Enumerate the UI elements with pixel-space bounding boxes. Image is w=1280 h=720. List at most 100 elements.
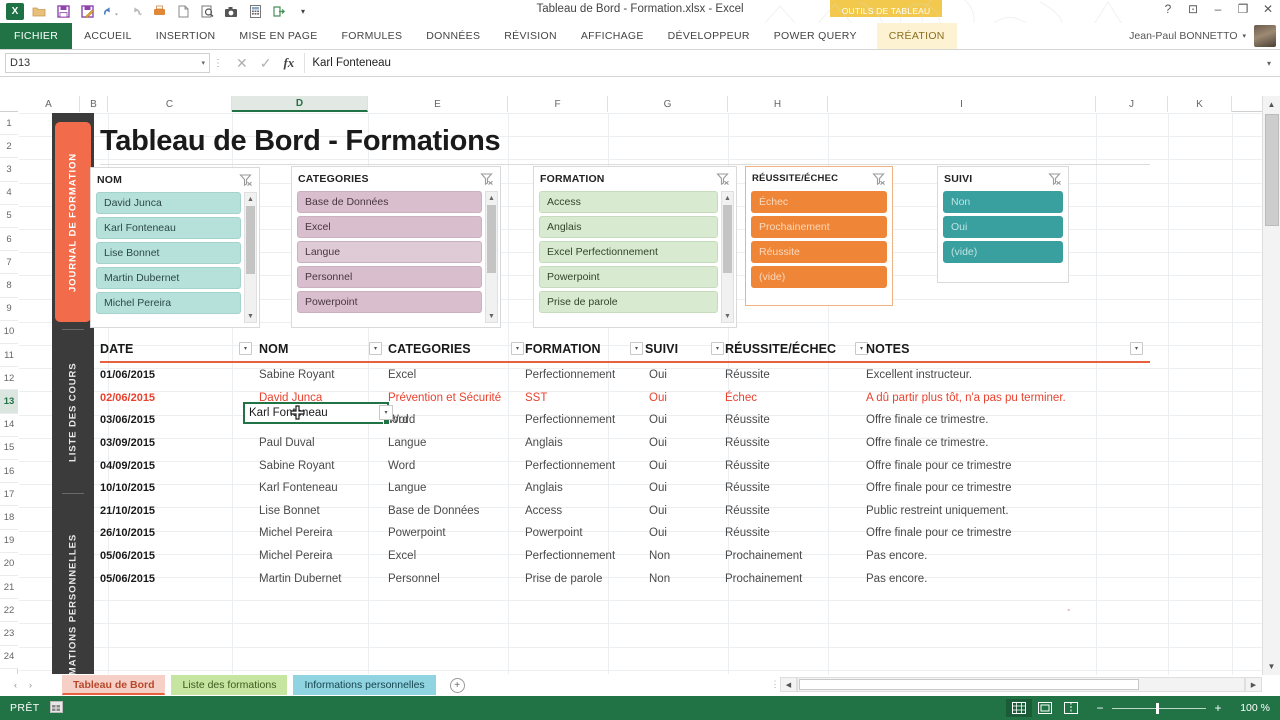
column-header-f[interactable]: F (508, 96, 608, 112)
scrollbar-grip[interactable]: ⋮ (770, 679, 780, 690)
print-preview-icon[interactable] (196, 1, 218, 22)
cell-nom[interactable]: Sabine Royant (259, 454, 387, 477)
cell-formation[interactable]: Perfectionnement (525, 545, 645, 568)
cell-suivi[interactable]: Oui (649, 432, 719, 455)
row-header-21[interactable]: 21 (0, 576, 18, 600)
tab-accueil[interactable]: ACCUEIL (72, 23, 144, 49)
row-header-18[interactable]: 18 (0, 506, 18, 530)
cell-resultat[interactable]: Prochainement (725, 567, 861, 590)
zoom-in-button[interactable]: + (1212, 701, 1224, 715)
table-row[interactable]: 21/10/2015 Lise Bonnet Base de Données Acce… (100, 500, 1150, 523)
slicer-item[interactable]: Martin Dubernet (96, 267, 241, 289)
filter-dropdown-icon[interactable]: ▾ (630, 342, 643, 355)
cell-suivi[interactable]: Oui (649, 522, 719, 545)
slicer-item[interactable]: Anglais (539, 216, 718, 238)
tab-developpeur[interactable]: DÉVELOPPEUR (656, 23, 762, 49)
cell-categories[interactable]: Powerpoint (388, 522, 524, 545)
cell-resultat[interactable]: Réussite (725, 432, 861, 455)
nav-tab-journal-de-formation[interactable]: JOURNAL DE FORMATION (55, 122, 91, 322)
filter-dropdown-icon[interactable]: ▾ (1130, 342, 1143, 355)
page-layout-view-icon[interactable] (1032, 699, 1058, 717)
cell-formation[interactable]: Perfectionnement (525, 454, 645, 477)
scroll-down-icon[interactable]: ▼ (245, 310, 256, 322)
chevron-down-icon[interactable]: ▾ (201, 59, 205, 67)
undo-icon[interactable] (100, 1, 122, 22)
filter-dropdown-icon[interactable]: ▾ (711, 342, 724, 355)
formula-input[interactable]: Karl Fonteneau (304, 53, 1258, 73)
table-row[interactable]: 05/06/2015 Martin Dubernet Personnel Prise … (100, 567, 1150, 590)
cell-suivi[interactable]: Oui (649, 364, 719, 387)
sheet-tab-liste-des-formations[interactable]: Liste des formations (171, 675, 288, 695)
cell-categories[interactable]: Word (388, 454, 524, 477)
scroll-up-icon[interactable]: ▲ (722, 192, 733, 204)
cell-date[interactable]: 03/06/2015 (100, 409, 250, 432)
slicer-item[interactable]: Access (539, 191, 718, 213)
cell-formation[interactable]: Perfectionnement (525, 409, 645, 432)
row-header-2[interactable]: 2 (0, 135, 18, 159)
cell-date[interactable]: 26/10/2015 (100, 522, 250, 545)
cell-nom[interactable]: Michel Pereira (259, 545, 387, 568)
row-header-12[interactable]: 12 (0, 367, 18, 391)
slicer-item[interactable]: Prochainement (751, 216, 887, 238)
row-header-5[interactable]: 5 (0, 204, 18, 228)
redo-icon[interactable] (124, 1, 146, 22)
column-header-k[interactable]: K (1168, 96, 1232, 112)
cell-resultat[interactable]: Réussite (725, 454, 861, 477)
cell-suivi[interactable]: Oui (649, 477, 719, 500)
normal-view-icon[interactable] (1006, 699, 1032, 717)
column-header-suivi[interactable]: SUIVI (645, 337, 678, 360)
column-header-h[interactable]: H (728, 96, 828, 112)
tab-mise-en-page[interactable]: MISE EN PAGE (227, 23, 329, 49)
cell-formation[interactable]: Anglais (525, 432, 645, 455)
column-header-g[interactable]: G (608, 96, 728, 112)
scroll-down-icon[interactable]: ▼ (486, 310, 497, 322)
cell-date[interactable]: 04/09/2015 (100, 454, 250, 477)
save-as-icon[interactable] (76, 1, 98, 22)
nav-tab-liste-des-cours[interactable]: LISTE DES COURS (55, 337, 91, 487)
slicer-suivi[interactable]: SUIVI Non Oui (vide) (937, 166, 1069, 283)
slicer-item[interactable]: Michel Pereira (96, 292, 241, 314)
filter-dropdown-icon[interactable]: ▾ (511, 342, 524, 355)
cell-formation[interactable]: Powerpoint (525, 522, 645, 545)
page-break-view-icon[interactable] (1058, 699, 1084, 717)
scroll-right-icon[interactable]: ▶ (1245, 677, 1262, 692)
slicer-item[interactable]: Powerpoint (297, 291, 482, 313)
sheet-tab-informations-personnelles[interactable]: Informations personnelles (293, 675, 436, 695)
vertical-scroll-thumb[interactable] (1265, 114, 1279, 226)
cell-suivi[interactable]: Non (649, 567, 719, 590)
column-header-c[interactable]: C (108, 96, 232, 112)
worksheet-canvas[interactable]: JOURNAL DE FORMATION LISTE DES COURS FOR… (19, 113, 1262, 675)
export-icon[interactable] (268, 1, 290, 22)
cell-nom[interactable]: Martin Dubernet (259, 567, 387, 590)
tab-power-query[interactable]: POWER QUERY (762, 23, 869, 49)
column-header-formation[interactable]: FORMATION (525, 337, 601, 360)
cell-date[interactable]: 03/09/2015 (100, 432, 250, 455)
clear-filter-icon[interactable] (480, 172, 494, 186)
cell-notes[interactable]: Excellent instructeur. (866, 364, 1156, 387)
confirm-edit-icon[interactable]: ✓ (260, 55, 272, 72)
cell-notes[interactable]: Public restreint uniquement. (866, 500, 1156, 523)
cell-notes[interactable]: Offre finale pour ce trimestre (866, 522, 1156, 545)
cell-suivi[interactable]: Oui (649, 500, 719, 523)
add-sheet-button[interactable]: + (449, 677, 465, 693)
slicer-scrollbar[interactable]: ▲ ▼ (485, 191, 498, 323)
screenshot-icon[interactable] (220, 1, 242, 22)
row-header-16[interactable]: 16 (0, 460, 18, 484)
slicer-item[interactable]: Excel Perfectionnement (539, 241, 718, 263)
cell-date[interactable]: 21/10/2015 (100, 500, 250, 523)
slicer-item[interactable]: Non (943, 191, 1063, 213)
cell-formation[interactable]: Prise de parole (525, 567, 645, 590)
filter-dropdown-icon[interactable]: ▾ (369, 342, 382, 355)
table-row[interactable]: 10/10/2015 Karl Fonteneau Langue Anglais Oui… (100, 477, 1150, 500)
row-header-15[interactable]: 15 (0, 436, 18, 460)
slicer-item[interactable]: Powerpoint (539, 266, 718, 288)
save-icon[interactable] (52, 1, 74, 22)
cell-notes[interactable]: Pas encore. (866, 567, 1156, 590)
column-header-a[interactable]: A (18, 96, 80, 112)
cell-formation[interactable]: Anglais (525, 477, 645, 500)
row-header-8[interactable]: 8 (0, 274, 18, 298)
slicer-item[interactable]: Langue (297, 241, 482, 263)
cell-notes[interactable]: Offre finale ce trimestre. (866, 432, 1156, 455)
slicer-formation[interactable]: FORMATION Access Anglais Excel Perfectio… (533, 166, 737, 328)
slicer-nom[interactable]: NOM David Junca Karl Fonteneau Lise Bonn… (90, 167, 260, 328)
